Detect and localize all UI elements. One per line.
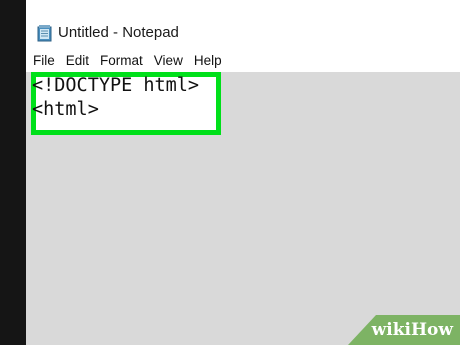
title-bar[interactable]: Untitled - Notepad — [26, 0, 460, 48]
text-editor-area[interactable]: <!DOCTYPE html> <html> — [26, 72, 460, 345]
menu-bar: File Edit Format View Help — [26, 48, 460, 72]
desktop-edge — [0, 0, 26, 345]
menu-view[interactable]: View — [154, 53, 183, 68]
menu-format[interactable]: Format — [100, 53, 143, 68]
wikihow-logo: wikiHow — [372, 320, 453, 340]
menu-edit[interactable]: Edit — [66, 53, 89, 68]
notepad-window: Untitled - Notepad File Edit Format View… — [26, 0, 460, 345]
notepad-icon — [37, 25, 52, 42]
window-title: Untitled - Notepad — [58, 24, 179, 41]
menu-help[interactable]: Help — [194, 53, 222, 68]
code-line-html: <html> — [32, 99, 99, 120]
code-line-doctype: <!DOCTYPE html> — [32, 75, 200, 96]
wikihow-logo-how: How — [410, 320, 453, 340]
wikihow-logo-wiki: wiki — [371, 320, 411, 340]
menu-file[interactable]: File — [33, 53, 55, 68]
